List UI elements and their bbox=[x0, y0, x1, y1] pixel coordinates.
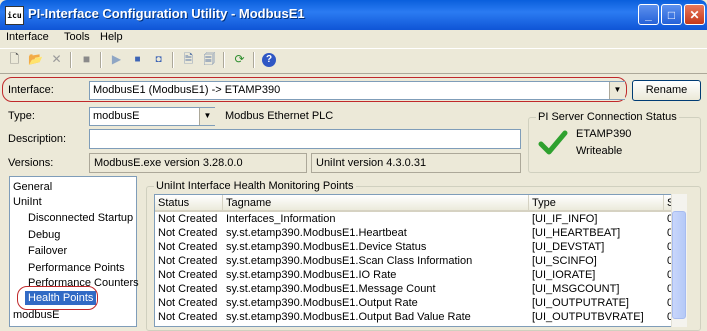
open-folder-icon[interactable]: 📂 bbox=[27, 51, 44, 68]
versions-label: Versions: bbox=[8, 157, 54, 169]
server-status-title: PI Server Connection Status bbox=[536, 111, 679, 123]
start-icon[interactable]: ▶ bbox=[108, 51, 125, 68]
scrollbar-thumb[interactable] bbox=[672, 211, 686, 319]
toolbar bbox=[0, 48, 707, 74]
restart-icon[interactable]: ◘ bbox=[150, 51, 167, 68]
menu-tools[interactable]: Tools bbox=[64, 31, 90, 43]
close-button[interactable]: ✕ bbox=[684, 4, 705, 25]
server-state: Writeable bbox=[576, 145, 623, 157]
chevron-down-icon[interactable]: ▼ bbox=[609, 82, 625, 99]
table-cell-tagname[interactable]: sy.st.etamp390.ModbusE1.Output Bad Value… bbox=[223, 311, 535, 324]
table-cell-status[interactable]: Not Created bbox=[155, 297, 229, 310]
table-cell-tagname[interactable]: sy.st.etamp390.ModbusE1.Output Rate bbox=[223, 297, 535, 310]
refresh-icon[interactable]: ⟳ bbox=[231, 51, 248, 68]
health-group-title: UniInt Interface Health Monitoring Point… bbox=[154, 180, 356, 192]
tree-item-disconnected-startup[interactable]: Disconnected Startup bbox=[28, 212, 133, 224]
copy-icon[interactable]: 🗐 bbox=[201, 51, 218, 68]
tree-item-general[interactable]: General bbox=[13, 181, 52, 193]
table-cell-tagname[interactable]: sy.st.etamp390.ModbusE1.Scan Class Infor… bbox=[223, 255, 535, 268]
toolbar-separator bbox=[223, 52, 225, 68]
server-name: ETAMP390 bbox=[576, 128, 632, 140]
description-label: Description: bbox=[8, 133, 67, 145]
close-icon: ✕ bbox=[689, 8, 700, 22]
type-description: Modbus Ethernet PLC bbox=[225, 110, 334, 122]
minimize-icon: _ bbox=[645, 8, 652, 22]
interface-select[interactable]: ModbusE1 (ModbusE1) -> ETAMP390 bbox=[89, 81, 625, 100]
type-select[interactable]: modbusE bbox=[89, 107, 215, 126]
table-cell-type[interactable]: [UI_OUTPUTRATE] bbox=[529, 297, 670, 310]
delete-icon[interactable]: ✕ bbox=[48, 51, 65, 68]
tree-item-debug[interactable]: Debug bbox=[28, 229, 60, 241]
interface-value: ModbusE1 (ModbusE1) -> ETAMP390 bbox=[93, 84, 281, 96]
health-points-highlight bbox=[17, 286, 98, 310]
table-cell-type[interactable]: [UI_OUTPUTBVRATE] bbox=[529, 311, 670, 324]
type-value: modbusE bbox=[93, 110, 140, 122]
column-header-status[interactable]: Status bbox=[155, 195, 223, 212]
save-icon[interactable]: ■ bbox=[78, 51, 95, 68]
table-cell-type[interactable]: [UI_MSGCOUNT] bbox=[529, 283, 670, 296]
table-cell-status[interactable]: Not Created bbox=[155, 213, 229, 226]
window-title: PI-Interface Configuration Utility - Mod… bbox=[28, 6, 305, 21]
minimize-button[interactable]: _ bbox=[638, 4, 659, 25]
description-input[interactable] bbox=[89, 129, 521, 149]
column-header-tagname[interactable]: Tagname bbox=[223, 195, 529, 212]
chevron-down-icon[interactable]: ▼ bbox=[199, 108, 215, 125]
tree-item-uniint[interactable]: UniInt bbox=[13, 196, 42, 208]
new-icon[interactable]: 🗋 bbox=[6, 51, 23, 68]
menu-interface[interactable]: Interface bbox=[6, 31, 49, 43]
table-cell-tagname[interactable]: sy.st.etamp390.ModbusE1.Heartbeat bbox=[223, 227, 535, 240]
help-icon[interactable]: ? bbox=[262, 53, 276, 67]
table-cell-tagname[interactable]: Interfaces_Information bbox=[223, 213, 535, 226]
toolbar-separator bbox=[253, 52, 255, 68]
tree-item-performance-points[interactable]: Performance Points bbox=[28, 262, 125, 274]
table-cell-type[interactable]: [UI_IF_INFO] bbox=[529, 213, 670, 226]
table-cell-status[interactable]: Not Created bbox=[155, 227, 229, 240]
table-cell-tagname[interactable]: sy.st.etamp390.ModbusE1.Device Status bbox=[223, 241, 535, 254]
table-cell-type[interactable]: [UI_SCINFO] bbox=[529, 255, 670, 268]
maximize-icon: □ bbox=[667, 8, 676, 22]
table-cell-status[interactable]: Not Created bbox=[155, 311, 229, 324]
uniint-version: UniInt version 4.3.0.31 bbox=[311, 153, 521, 173]
table-cell-type[interactable]: [UI_DEVSTAT] bbox=[529, 241, 670, 254]
table-cell-status[interactable]: Not Created bbox=[155, 255, 229, 268]
maximize-button[interactable]: □ bbox=[661, 4, 682, 25]
exe-version: ModbusE.exe version 3.28.0.0 bbox=[89, 153, 307, 173]
rename-button[interactable]: Rename bbox=[632, 80, 701, 101]
toolbar-separator bbox=[100, 52, 102, 68]
table-cell-tagname[interactable]: sy.st.etamp390.ModbusE1.Message Count bbox=[223, 283, 535, 296]
check-icon bbox=[538, 130, 568, 155]
table-cell-tagname[interactable]: sy.st.etamp390.ModbusE1.IO Rate bbox=[223, 269, 535, 282]
tree-item-modbuse[interactable]: modbusE bbox=[13, 309, 59, 321]
tree-item-failover[interactable]: Failover bbox=[28, 245, 67, 257]
table-cell-status[interactable]: Not Created bbox=[155, 283, 229, 296]
type-label: Type: bbox=[8, 110, 35, 122]
toolbar-separator bbox=[172, 52, 174, 68]
properties-icon[interactable]: 🗎 bbox=[180, 51, 197, 68]
app-icon: icu bbox=[5, 6, 24, 25]
menu-help[interactable]: Help bbox=[100, 31, 123, 43]
health-table[interactable]: Status Tagname Type S Not CreatedInterfa… bbox=[154, 194, 687, 327]
stop-icon[interactable]: ■ bbox=[129, 51, 146, 68]
toolbar-separator bbox=[70, 52, 72, 68]
column-header-type[interactable]: Type bbox=[529, 195, 664, 212]
table-cell-status[interactable]: Not Created bbox=[155, 241, 229, 254]
table-cell-type[interactable]: [UI_HEARTBEAT] bbox=[529, 227, 670, 240]
interface-label: Interface: bbox=[8, 84, 54, 96]
table-cell-status[interactable]: Not Created bbox=[155, 269, 229, 282]
table-cell-type[interactable]: [UI_IORATE] bbox=[529, 269, 670, 282]
